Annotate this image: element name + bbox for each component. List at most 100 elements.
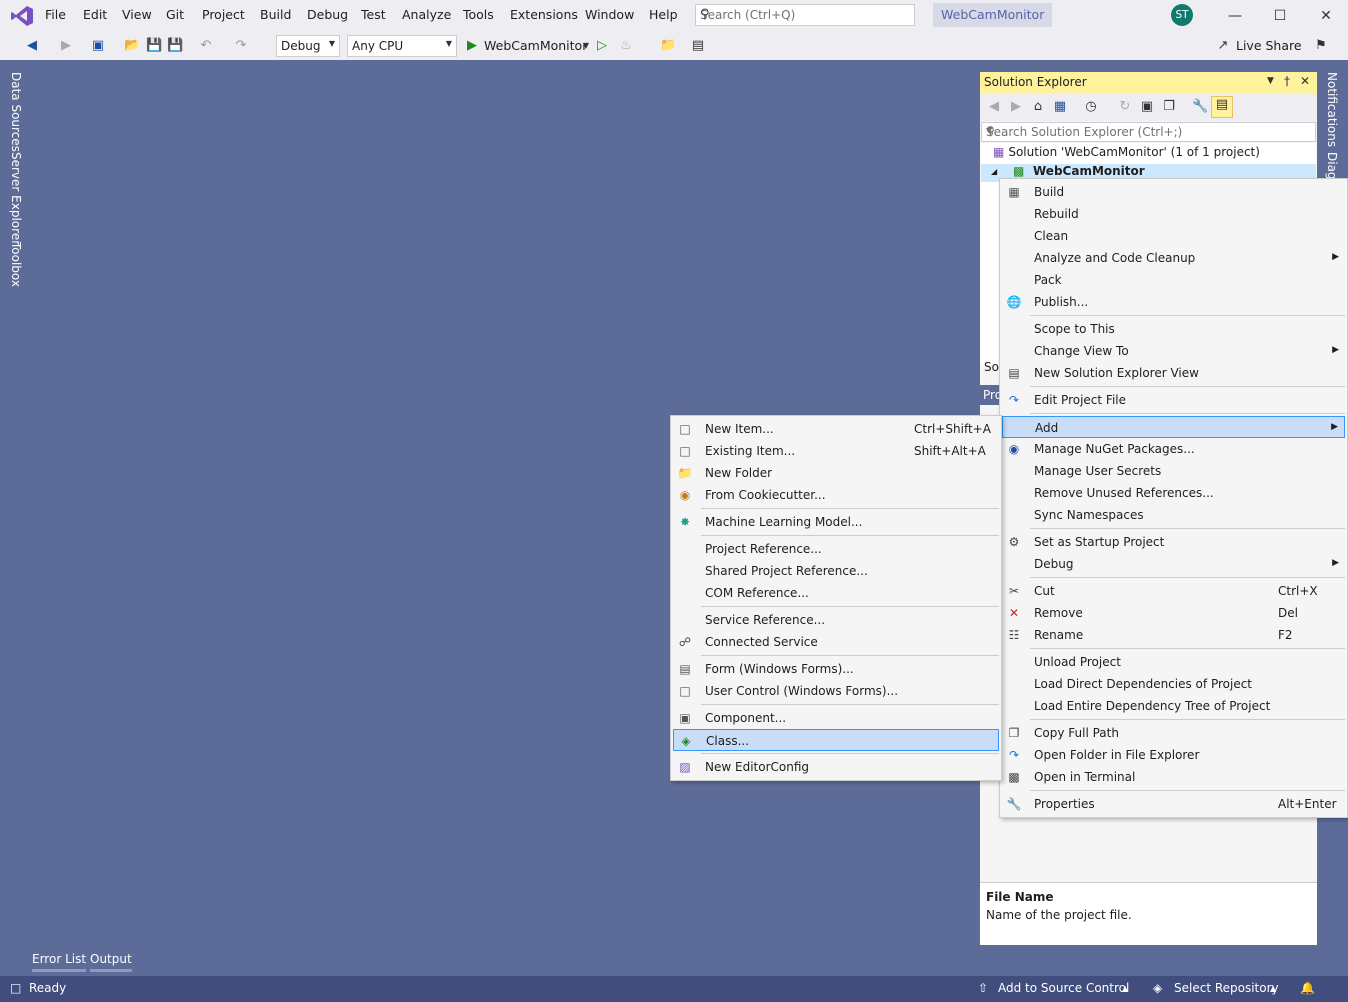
ctx-item-change-view-to[interactable]: Change View To ▶ [1002,340,1345,362]
ctx-item-publish[interactable]: 🌐 Publish... [1002,291,1345,313]
platform-select[interactable]: Any CPU ▼ [347,35,457,57]
chevron-down-icon[interactable]: ▼ [1267,76,1274,86]
add-item-project-reference[interactable]: Project Reference... [673,538,999,560]
ctx-item-rebuild[interactable]: Rebuild [1002,203,1345,225]
add-item-machine-learning-model[interactable]: ✸ Machine Learning Model... [673,511,999,533]
ctx-item-set-as-startup-project[interactable]: ⚙ Set as Startup Project [1002,531,1345,553]
tab-error-list[interactable]: Error List [32,952,87,972]
ctx-item-manage-nuget-packages[interactable]: ◉ Manage NuGet Packages... [1002,438,1345,460]
menu-tools[interactable]: Tools [463,7,494,22]
side-tab-toolbox[interactable]: Toolbox [9,242,23,287]
ctx-item-load-direct-dependencies-of-project[interactable]: Load Direct Dependencies of Project [1002,673,1345,695]
ctx-item-load-entire-dependency-tree-of-project[interactable]: Load Entire Dependency Tree of Project [1002,695,1345,717]
new-project-icon[interactable]: ▣ [90,38,106,54]
solution-name-badge[interactable]: WebCamMonitor [933,3,1053,27]
add-item-new-folder[interactable]: 📁 New Folder [673,462,999,484]
add-item-from-cookiecutter[interactable]: ◉ From Cookiecutter... [673,484,999,506]
add-item-new-item[interactable]: □ New Item... Ctrl+Shift+A [673,418,999,440]
ctx-item-open-in-terminal[interactable]: ▩ Open in Terminal [1002,766,1345,788]
add-item-class[interactable]: ◈ Class... [673,729,999,751]
ctx-item-rename[interactable]: ☷ Rename F2 [1002,624,1345,646]
expand-triangle-icon[interactable]: ◢ [991,167,997,176]
add-item-com-reference[interactable]: COM Reference... [673,582,999,604]
tree-node-solution[interactable]: ▦ Solution 'WebCamMonitor' (1 of 1 projec… [993,145,1260,163]
add-item-service-reference[interactable]: Service Reference... [673,609,999,631]
ctx-item-clean[interactable]: Clean [1002,225,1345,247]
switch-views-icon[interactable]: ▦ [1052,99,1068,115]
back-icon[interactable]: ◀ [24,38,40,54]
ctx-item-cut[interactable]: ✂ Cut Ctrl+X [1002,580,1345,602]
ctx-item-edit-project-file[interactable]: ↷ Edit Project File [1002,389,1345,411]
forward-icon[interactable]: ▶ [1008,99,1024,115]
ctx-item-manage-user-secrets[interactable]: Manage User Secrets [1002,460,1345,482]
layout-icon[interactable]: ▤ [690,38,706,54]
menu-extensions[interactable]: Extensions [510,7,578,22]
add-to-source-control-button[interactable]: Add to Source Control [998,981,1129,995]
ctx-item-remove[interactable]: ✕ Remove Del [1002,602,1345,624]
menu-project[interactable]: Project [202,7,245,22]
start-without-debug-icon[interactable]: ▷ [594,38,610,54]
undo-icon[interactable]: ↶ [198,38,214,54]
close-icon[interactable]: ✕ [1300,74,1310,88]
ctx-item-analyze-and-code-cleanup[interactable]: Analyze and Code Cleanup ▶ [1002,247,1345,269]
forward-icon[interactable]: ▶ [58,38,74,54]
save-icon[interactable]: 💾 [146,38,162,54]
configuration-select[interactable]: Debug ▼ [276,35,340,57]
add-item-connected-service[interactable]: ☍ Connected Service [673,631,999,653]
menu-test[interactable]: Test [361,7,386,22]
side-tab-server-explorer[interactable]: Server Explorer [9,152,23,245]
menu-window[interactable]: Window [585,7,634,22]
start-debug-icon[interactable]: ▶ [464,38,480,54]
add-item-new-editorconfig[interactable]: ▨ New EditorConfig [673,756,999,778]
add-item-form-windows-forms[interactable]: ▤ Form (Windows Forms)... [673,658,999,680]
hot-reload-icon[interactable]: ♨ [618,38,634,54]
user-avatar[interactable]: ST [1171,4,1193,26]
ctx-item-build[interactable]: ▦ Build [1002,181,1345,203]
menu-build[interactable]: Build [260,7,291,22]
preview-selected-icon[interactable]: ▤ [1211,96,1233,118]
ctx-item-properties[interactable]: 🔧 Properties Alt+Enter [1002,793,1345,815]
add-item-shared-project-reference[interactable]: Shared Project Reference... [673,560,999,582]
solution-explorer-search-input[interactable]: Search Solution Explorer (Ctrl+;) ⚲ ▼ [981,122,1316,142]
ctx-item-add[interactable]: Add ▶ [1002,416,1345,438]
menu-analyze[interactable]: Analyze [402,7,451,22]
ctx-item-pack[interactable]: Pack [1002,269,1345,291]
refresh-icon[interactable]: ↻ [1117,99,1133,115]
select-repository-button[interactable]: Select Repository [1174,981,1279,995]
ctx-item-new-solution-explorer-view[interactable]: ▤ New Solution Explorer View [1002,362,1345,384]
notifications-bell-icon[interactable]: 🔔 [1300,981,1315,995]
ctx-item-debug[interactable]: Debug ▶ [1002,553,1345,575]
close-window-icon[interactable]: ✕ [1316,6,1336,26]
ctx-item-unload-project[interactable]: Unload Project [1002,651,1345,673]
collapse-all-icon[interactable]: ▣ [1139,99,1155,115]
show-all-files-icon[interactable]: ❐ [1161,99,1177,115]
ctx-item-sync-namespaces[interactable]: Sync Namespaces [1002,504,1345,526]
menu-view[interactable]: View [122,7,152,22]
feedback-icon[interactable]: ⚑ [1313,38,1329,54]
live-share-button[interactable]: Live Share [1236,38,1302,53]
menu-git[interactable]: Git [166,7,184,22]
pin-icon[interactable]: † [1284,74,1290,88]
ctx-item-copy-full-path[interactable]: ❐ Copy Full Path [1002,722,1345,744]
tab-output[interactable]: Output [90,952,132,972]
add-item-user-control-windows-forms[interactable]: □ User Control (Windows Forms)... [673,680,999,702]
menu-edit[interactable]: Edit [83,7,107,22]
save-all-icon[interactable]: 💾 [167,38,183,54]
side-tab-diagnostics[interactable]: Diag [1325,152,1339,180]
side-tab-notifications[interactable]: Notifications [1325,72,1339,147]
ctx-item-scope-to-this[interactable]: Scope to This [1002,318,1345,340]
minimize-icon[interactable]: — [1225,6,1245,26]
menu-file[interactable]: File [45,7,66,22]
chevron-down-icon[interactable]: ▼ [578,38,594,54]
chevron-down-icon[interactable]: ▼ [986,126,1312,135]
ctx-item-remove-unused-references[interactable]: Remove Unused References... [1002,482,1345,504]
home-icon[interactable]: ⌂ [1030,99,1046,115]
browse-folder-icon[interactable]: 📁 [660,38,676,54]
search-input[interactable]: Search (Ctrl+Q) ⚲ [695,4,915,26]
solution-explorer-tab-label[interactable]: So [984,360,999,374]
maximize-icon[interactable]: ☐ [1270,6,1290,26]
properties-wrench-icon[interactable]: 🔧 [1192,99,1208,115]
start-target-button[interactable]: WebCamMonitor [484,38,587,53]
open-folder-icon[interactable]: 📂 [124,38,140,54]
ctx-item-open-folder-in-file-explorer[interactable]: ↷ Open Folder in File Explorer [1002,744,1345,766]
